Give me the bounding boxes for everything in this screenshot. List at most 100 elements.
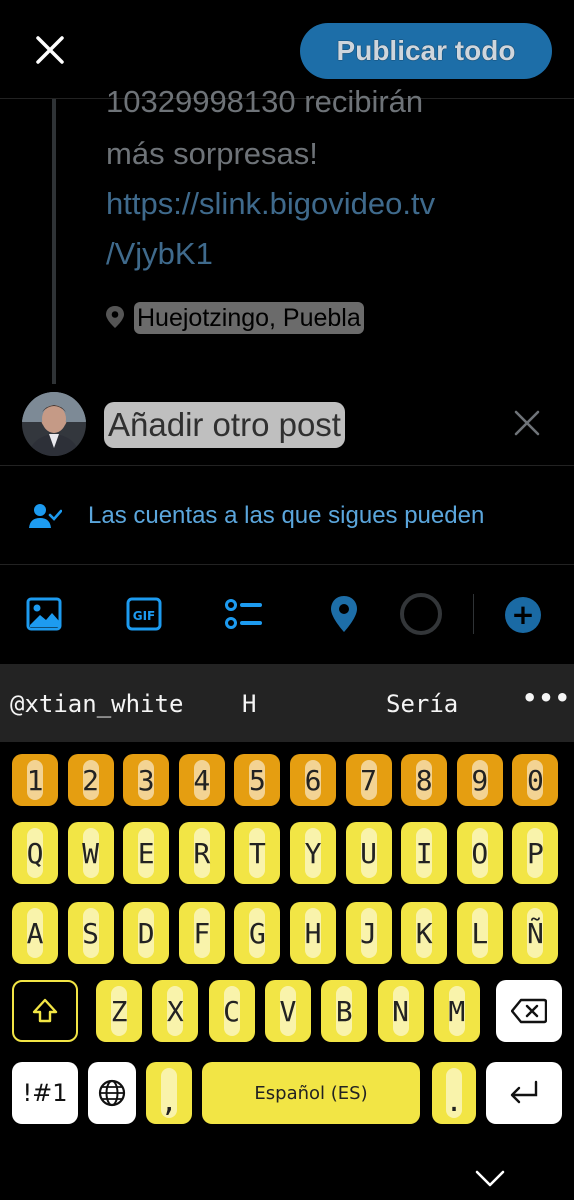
suggestion-1[interactable]: @xtian_white <box>10 690 183 718</box>
key-label: 0 <box>526 763 544 797</box>
number-key-1[interactable]: 2 <box>67 754 114 806</box>
key-label: P <box>526 836 544 870</box>
number-key-9[interactable]: 0 <box>512 754 559 806</box>
letter-key-6[interactable]: J <box>345 902 392 964</box>
letter-key-8[interactable]: O <box>456 822 503 884</box>
thread-connector-line <box>52 99 56 384</box>
number-key-3[interactable]: 4 <box>178 754 225 806</box>
key-label: B <box>335 994 353 1028</box>
key-label: V <box>279 994 297 1028</box>
key-label: Y <box>304 836 322 870</box>
suggestion-2[interactable]: H <box>242 690 256 718</box>
letter-key-1[interactable]: X <box>152 980 199 1042</box>
image-icon[interactable] <box>24 594 64 634</box>
backspace-key[interactable] <box>496 980 562 1042</box>
key-label: T <box>248 836 266 870</box>
tweet-text-cut-line: 10329998130 recibirán <box>106 78 546 118</box>
letter-key-5[interactable]: H <box>290 902 336 964</box>
language-key[interactable] <box>88 1062 136 1124</box>
letter-key-4[interactable]: T <box>234 822 281 884</box>
remove-post-close-icon[interactable] <box>508 404 546 442</box>
key-label: M <box>448 994 466 1028</box>
letter-key-3[interactable]: V <box>264 980 311 1042</box>
character-progress-ring <box>400 593 442 635</box>
symbols-key[interactable]: !#1 <box>12 1062 78 1124</box>
shift-key[interactable] <box>12 980 78 1042</box>
letter-key-2[interactable]: D <box>123 902 170 964</box>
number-key-2[interactable]: 3 <box>123 754 170 806</box>
suggestion-3[interactable]: Sería <box>386 690 458 718</box>
poll-icon[interactable] <box>224 594 264 634</box>
letter-key-6[interactable]: M <box>433 980 480 1042</box>
letter-key-7[interactable]: I <box>401 822 448 884</box>
reply-settings-row[interactable]: Las cuentas a las que sigues pueden <box>0 490 574 544</box>
letter-key-6[interactable]: U <box>345 822 392 884</box>
location-tag[interactable]: Huejotzingo, Puebla <box>134 302 364 334</box>
gif-label: GIF <box>133 609 156 623</box>
enter-icon <box>510 1080 538 1104</box>
toolbar-divider <box>0 564 574 565</box>
letter-key-3[interactable]: R <box>178 822 225 884</box>
shift-arrow-icon <box>32 998 58 1023</box>
tweet-text-line-1: 10329998130 recibirán <box>106 84 424 118</box>
tweet-link-line-2[interactable]: /VjybK1 <box>106 236 213 272</box>
letter-key-5[interactable]: Y <box>290 822 336 884</box>
number-key-4[interactable]: 5 <box>234 754 281 806</box>
key-label: 4 <box>193 763 211 797</box>
letter-key-4[interactable]: G <box>234 902 281 964</box>
add-post-plus-icon[interactable]: + <box>505 597 541 633</box>
key-label: G <box>248 916 266 950</box>
enter-key[interactable] <box>486 1062 562 1124</box>
key-label: 1 <box>26 763 44 797</box>
key-label: U <box>360 836 378 870</box>
key-label: S <box>82 916 100 950</box>
letter-key-2[interactable]: E <box>123 822 170 884</box>
letter-key-1[interactable]: W <box>67 822 114 884</box>
comma-key[interactable]: , <box>146 1062 192 1124</box>
location-icon[interactable] <box>324 594 364 634</box>
letter-key-9[interactable]: Ñ <box>512 902 559 964</box>
hide-keyboard-chevron-icon[interactable] <box>474 1168 506 1190</box>
gif-icon[interactable]: GIF <box>124 594 164 634</box>
number-key-0[interactable]: 1 <box>12 754 58 806</box>
period-key[interactable]: . <box>432 1062 476 1124</box>
letter-key-0[interactable]: Q <box>12 822 58 884</box>
letter-key-8[interactable]: L <box>456 902 503 964</box>
letter-key-0[interactable]: A <box>12 902 58 964</box>
letter-key-2[interactable]: C <box>208 980 255 1042</box>
letter-key-3[interactable]: F <box>178 902 225 964</box>
publish-all-button[interactable]: Publicar todo <box>300 23 552 79</box>
key-label: 9 <box>471 763 489 797</box>
number-key-6[interactable]: 7 <box>345 754 392 806</box>
key-label: I <box>415 836 433 870</box>
letter-key-7[interactable]: K <box>401 902 448 964</box>
more-suggestions-icon[interactable]: ••• <box>522 684 571 712</box>
key-label: W <box>82 836 100 870</box>
tweet-text-line-2: más sorpresas! <box>106 136 318 171</box>
letter-key-1[interactable]: S <box>67 902 114 964</box>
key-label: X <box>166 994 184 1028</box>
keyboard: @xtian_white H Sería ••• 1 2 3 4 5 6 7 8 9 0 Q W E R T… <box>0 664 574 1200</box>
close-icon[interactable] <box>28 28 72 72</box>
key-label: K <box>415 916 433 950</box>
letter-key-9[interactable]: P <box>512 822 559 884</box>
number-key-8[interactable]: 9 <box>456 754 503 806</box>
key-label: 3 <box>137 763 155 797</box>
location-pin-icon <box>104 305 126 329</box>
people-check-icon <box>28 502 63 532</box>
letter-key-5[interactable]: N <box>377 980 424 1042</box>
compose-divider <box>0 465 574 466</box>
key-label: E <box>137 836 155 870</box>
number-key-5[interactable]: 6 <box>290 754 336 806</box>
key-label: H <box>304 916 322 950</box>
key-label: C <box>223 994 241 1028</box>
space-key[interactable]: Español (ES) <box>202 1062 420 1124</box>
add-another-post-input[interactable]: Añadir otro post <box>104 402 345 448</box>
period-label: . <box>445 1084 463 1118</box>
tweet-link-line-1[interactable]: https://slink.bigovideo.tv <box>106 186 435 222</box>
key-label: 6 <box>304 763 322 797</box>
letter-key-0[interactable]: Z <box>96 980 142 1042</box>
number-key-7[interactable]: 8 <box>401 754 448 806</box>
key-label: A <box>26 916 44 950</box>
letter-key-4[interactable]: B <box>321 980 368 1042</box>
